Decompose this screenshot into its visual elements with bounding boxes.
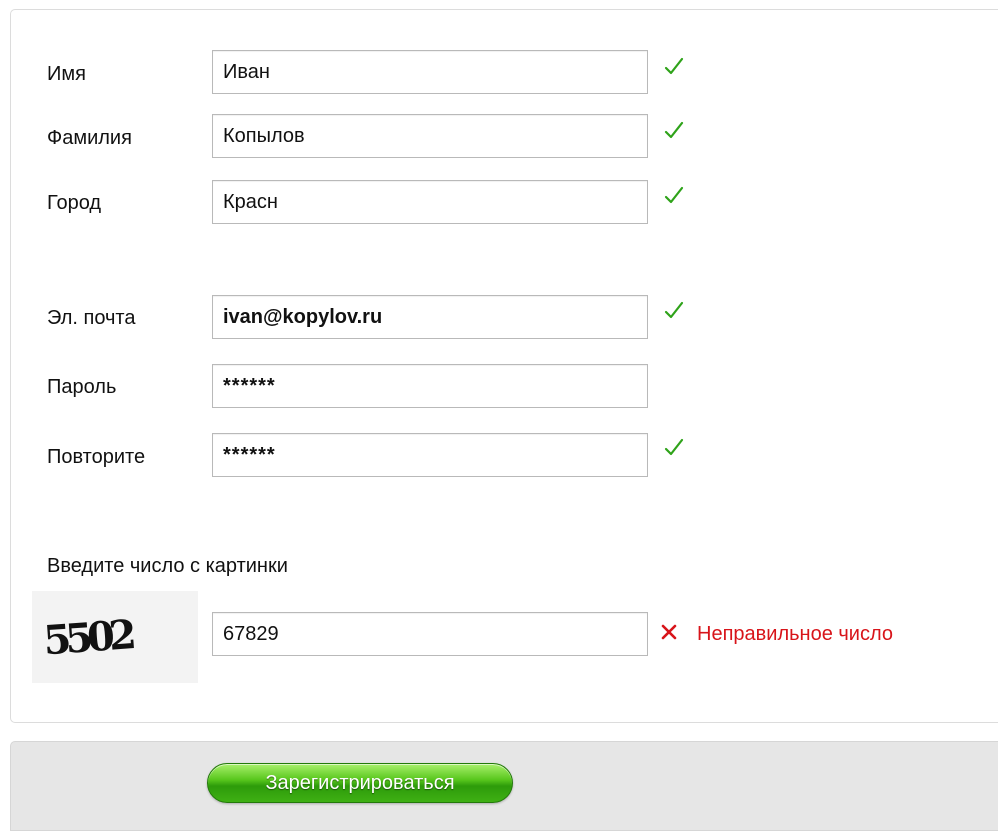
password-repeat-input[interactable]: ****** (212, 433, 648, 477)
captcha-input[interactable]: 67829 (212, 612, 648, 656)
password-repeat-label: Повторите (47, 446, 146, 468)
close-icon (661, 624, 677, 640)
password-input[interactable]: ****** (212, 364, 648, 408)
check-icon (664, 301, 684, 319)
captcha-text: 5502 (42, 611, 136, 664)
check-icon (664, 121, 684, 139)
check-icon (664, 186, 684, 204)
register-button[interactable]: Зарегистрироваться (207, 763, 513, 803)
check-icon (664, 57, 684, 75)
city-input[interactable]: Красн (212, 180, 648, 224)
city-label: Город (47, 192, 102, 214)
email-label: Эл. почта (47, 307, 136, 329)
password-label: Пароль (47, 376, 117, 398)
last-name-label: Фамилия (47, 127, 132, 149)
email-input[interactable]: ivan@kopylov.ru (212, 295, 648, 339)
first-name-input[interactable]: Иван (212, 50, 648, 94)
first-name-label: Имя (47, 63, 86, 85)
captcha-image: 5502 (32, 591, 198, 683)
last-name-input[interactable]: Копылов (212, 114, 648, 158)
captcha-error-message: Неправильное число (697, 623, 893, 645)
captcha-graphic: 5502 (42, 611, 136, 664)
check-icon (664, 438, 684, 456)
captcha-caption: Введите число с картинки (47, 555, 288, 577)
